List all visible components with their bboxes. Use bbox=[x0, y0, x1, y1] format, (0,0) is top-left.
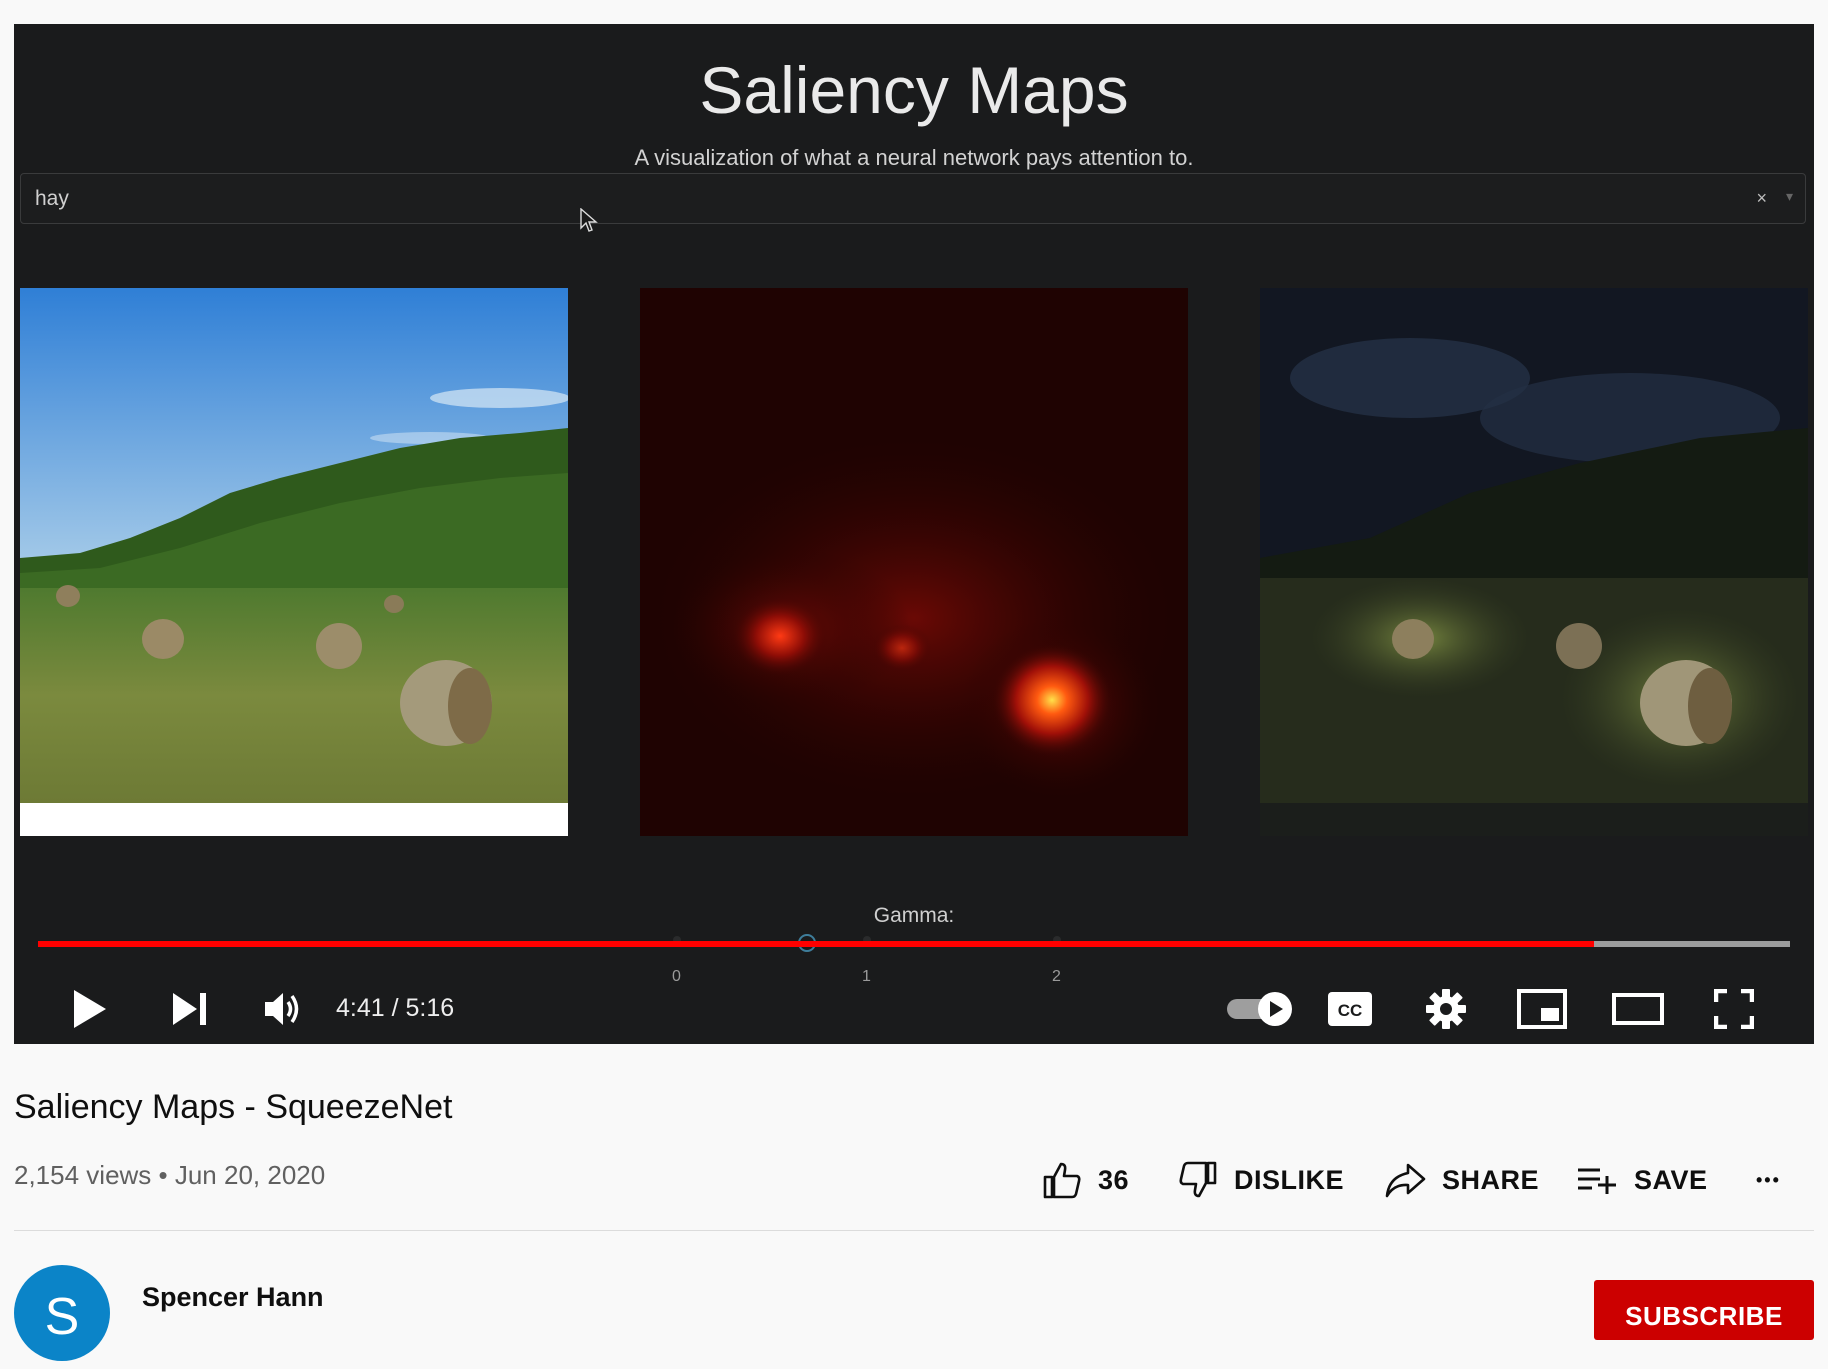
video-meta: 2,154 views • Jun 20, 2020 bbox=[14, 1160, 326, 1190]
more-actions-button[interactable]: ••• bbox=[1756, 1158, 1781, 1202]
progress-bar[interactable] bbox=[38, 941, 1790, 947]
divider bbox=[14, 1230, 1814, 1231]
original-image bbox=[20, 288, 568, 836]
add-to-playlist-icon bbox=[1578, 1168, 1616, 1194]
mouse-cursor-icon bbox=[580, 208, 598, 232]
thumbs-up-icon bbox=[1043, 1162, 1081, 1199]
autoplay-toggle[interactable] bbox=[1220, 974, 1300, 1044]
settings-icon bbox=[1426, 989, 1466, 1029]
player-controls: 4:41 / 5:16 CC bbox=[14, 974, 1814, 1044]
play-icon bbox=[74, 990, 106, 1028]
progress-played bbox=[38, 941, 1594, 947]
channel-name[interactable]: Spencer Hann bbox=[142, 1282, 324, 1313]
clear-selection-icon[interactable]: × bbox=[1756, 188, 1767, 209]
miniplayer-button[interactable] bbox=[1512, 974, 1572, 1044]
channel-avatar[interactable]: S bbox=[14, 1265, 110, 1361]
fullscreen-button[interactable] bbox=[1704, 974, 1764, 1044]
captions-button[interactable]: CC bbox=[1320, 974, 1380, 1044]
saliency-app-subtitle: A visualization of what a neural network… bbox=[634, 145, 1194, 170]
dislike-label: DISLIKE bbox=[1234, 1164, 1345, 1195]
dropdown-arrow-icon[interactable]: ▾ bbox=[1786, 188, 1793, 205]
class-select-dropdown[interactable]: hay × ▾ bbox=[20, 173, 1806, 224]
saliency-app-title: Saliency Maps bbox=[699, 53, 1129, 127]
like-button[interactable]: 36 bbox=[1042, 1158, 1129, 1202]
thumbs-down-icon bbox=[1179, 1161, 1217, 1198]
volume-icon bbox=[265, 993, 299, 1025]
gamma-label: Gamma: bbox=[873, 904, 955, 927]
save-label: SAVE bbox=[1634, 1164, 1708, 1195]
dislike-button[interactable]: DISLIKE bbox=[1178, 1158, 1344, 1202]
share-button[interactable]: SHARE bbox=[1384, 1158, 1539, 1202]
miniplayer-icon bbox=[1517, 989, 1567, 1029]
share-icon bbox=[1385, 1163, 1426, 1198]
more-icon: ••• bbox=[1756, 1169, 1781, 1190]
volume-button[interactable] bbox=[254, 974, 314, 1044]
time-display: 4:41 / 5:16 bbox=[336, 994, 455, 1022]
fullscreen-icon bbox=[1714, 989, 1754, 1029]
next-button[interactable] bbox=[160, 974, 220, 1044]
like-count: 36 bbox=[1098, 1164, 1130, 1195]
settings-button[interactable] bbox=[1416, 974, 1476, 1044]
captions-icon: CC bbox=[1328, 992, 1372, 1026]
share-label: SHARE bbox=[1442, 1164, 1540, 1195]
class-select-value: hay bbox=[35, 187, 69, 210]
autoplay-toggle-icon bbox=[1227, 992, 1292, 1026]
svg-text:CC: CC bbox=[1338, 1001, 1363, 1020]
video-player[interactable]: Saliency Maps A visualization of what a … bbox=[14, 24, 1814, 1044]
subscribe-button[interactable]: SUBSCRIBE bbox=[1594, 1280, 1814, 1340]
theater-mode-button[interactable] bbox=[1608, 974, 1668, 1044]
next-icon bbox=[173, 993, 206, 1025]
save-button[interactable]: SAVE bbox=[1576, 1158, 1708, 1202]
theater-icon bbox=[1612, 993, 1664, 1025]
saliency-overlay-image bbox=[1260, 288, 1808, 836]
play-button[interactable] bbox=[60, 974, 120, 1044]
saliency-heatmap bbox=[640, 288, 1188, 836]
video-title: Saliency Maps - SqueezeNet bbox=[14, 1088, 453, 1126]
